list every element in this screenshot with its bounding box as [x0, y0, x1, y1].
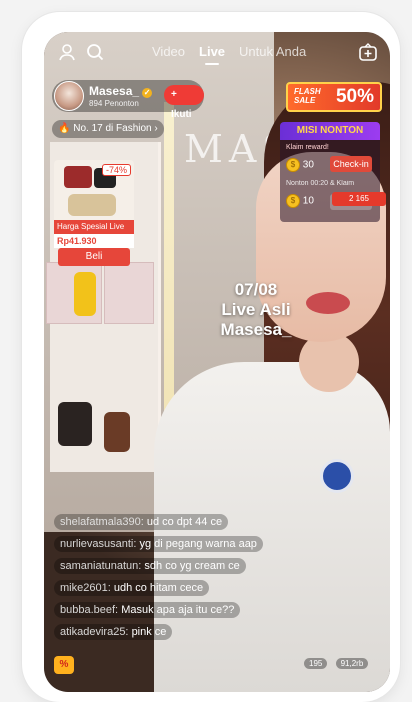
- flash-sale-percent: 50%: [335, 86, 374, 107]
- product-box: [104, 262, 154, 324]
- host-name-row: Masesa_ ✓: [89, 84, 153, 98]
- comment-user[interactable]: atikadevira25:: [60, 626, 129, 638]
- flash-sale-banner[interactable]: FLASH SALE 50%: [286, 82, 382, 112]
- brown-bag: [104, 412, 130, 452]
- flash-label-line2: SALE: [294, 96, 316, 105]
- comment-user[interactable]: shelafatmala390:: [60, 516, 144, 528]
- shirt-pin: [320, 459, 354, 493]
- tab-live[interactable]: Live: [199, 44, 225, 59]
- coin-amount-2: 10: [302, 195, 314, 207]
- avatar[interactable]: [54, 81, 84, 111]
- mission-title: MISI NONTON: [280, 122, 380, 140]
- comment-feed[interactable]: shelafatmala390: ud co dpt 44 ce nurliev…: [54, 512, 263, 644]
- bag-thumbnail: [64, 166, 92, 188]
- watch-mission-panel[interactable]: MISI NONTON Klaim reward! $ 30 Check-in …: [280, 122, 380, 222]
- comment: mike2601: udh co hitam cece: [54, 580, 210, 596]
- comment-text: yg di pegang warna aap: [139, 538, 257, 550]
- overlay-line-3: Masesa_: [220, 320, 292, 339]
- fire-icon: 🔥: [58, 123, 71, 134]
- comment: shelafatmala390: ud co dpt 44 ce: [54, 514, 229, 530]
- follow-button[interactable]: + Ikuti: [164, 85, 204, 120]
- flash-label-line1: FLASH: [294, 87, 321, 96]
- tab-video[interactable]: Video: [152, 44, 185, 59]
- viewer-count: 894 Penonton: [89, 99, 139, 108]
- search-icon[interactable]: [86, 43, 104, 66]
- product-image: -74%: [54, 160, 134, 220]
- coin-amount-1: 30: [302, 159, 314, 171]
- product-card[interactable]: -74% Harga Spesial Live Rp41.930 Beli: [54, 160, 134, 270]
- comment: bubba.beef: Masuk apa aja itu ce??: [54, 602, 241, 618]
- black-bag: [58, 402, 92, 446]
- mission-subtitle: Klaim reward!: [286, 144, 329, 151]
- host-card[interactable]: Masesa_ ✓ 894 Penonton + Ikuti: [52, 80, 204, 120]
- feed-tabs: Video Live Untuk Anda: [152, 44, 306, 59]
- flash-sale-label: FLASH SALE: [294, 87, 321, 105]
- comment-text: sdh co yg cream ce: [144, 560, 240, 572]
- comment: samaniatunatun: sdh co yg cream ce: [54, 558, 246, 574]
- profile-icon[interactable]: [58, 43, 76, 66]
- comment: atikadevira25: pink ce: [54, 624, 173, 640]
- mission-reward-2: $ 10: [286, 194, 314, 208]
- promo-badge-icon[interactable]: %: [54, 656, 74, 674]
- comment-user[interactable]: samaniatunatun:: [60, 560, 141, 572]
- overlay-date: 07/08: [234, 280, 278, 299]
- product-price: Rp41.930: [54, 234, 134, 248]
- comment-user[interactable]: mike2601:: [60, 582, 111, 594]
- coin-icon: $: [286, 194, 300, 208]
- comment-user[interactable]: nurlievasusanti:: [60, 538, 136, 550]
- special-price-label: Harga Spesial Live: [54, 220, 134, 234]
- host-name: Masesa_: [89, 84, 140, 98]
- coin-icon: $: [286, 158, 300, 172]
- gift-counter[interactable]: 2 165: [332, 192, 386, 206]
- stream-stats: 195 91,2rb: [304, 658, 374, 669]
- checkin-button[interactable]: Check-in: [330, 156, 372, 172]
- rank-label: No. 17 di Fashion: [73, 123, 152, 134]
- comment: nurlievasusanti: yg di pegang warna aap: [54, 536, 263, 552]
- rank-badge[interactable]: 🔥 No. 17 di Fashion ›: [52, 120, 164, 138]
- comment-text: udh co hitam cece: [113, 582, 204, 594]
- verified-icon: ✓: [142, 88, 153, 98]
- buy-button[interactable]: Beli: [58, 248, 130, 266]
- discount-badge: -74%: [101, 164, 131, 176]
- tab-untuk-anda[interactable]: Untuk Anda: [239, 44, 306, 59]
- stat-count-1: 195: [304, 658, 328, 669]
- live-stream-screen[interactable]: MAS Video Live Untuk Anda Masesa_ ✓ 894 P…: [44, 32, 390, 692]
- mission-subtitle-2: Nonton 00:20 & Klaim: [286, 180, 355, 187]
- comment-text: pink ce: [131, 626, 167, 638]
- create-live-icon[interactable]: [358, 42, 378, 67]
- bag-thumbnail: [68, 194, 116, 216]
- mission-reward-1: $ 30: [286, 158, 314, 172]
- stream-overlay-text: 07/08 Live Asli Masesa_: [186, 280, 326, 340]
- overlay-line-2: Live Asli: [221, 300, 291, 319]
- top-bar: Video Live Untuk Anda: [44, 32, 390, 74]
- chevron-right-icon: ›: [154, 123, 158, 134]
- stat-count-2: 91,2rb: [335, 658, 369, 669]
- comment-user[interactable]: bubba.beef:: [60, 604, 118, 616]
- comment-text: Masuk apa aja itu ce??: [121, 604, 235, 616]
- comment-text: ud co dpt 44 ce: [146, 516, 223, 528]
- yellow-bag: [74, 272, 96, 316]
